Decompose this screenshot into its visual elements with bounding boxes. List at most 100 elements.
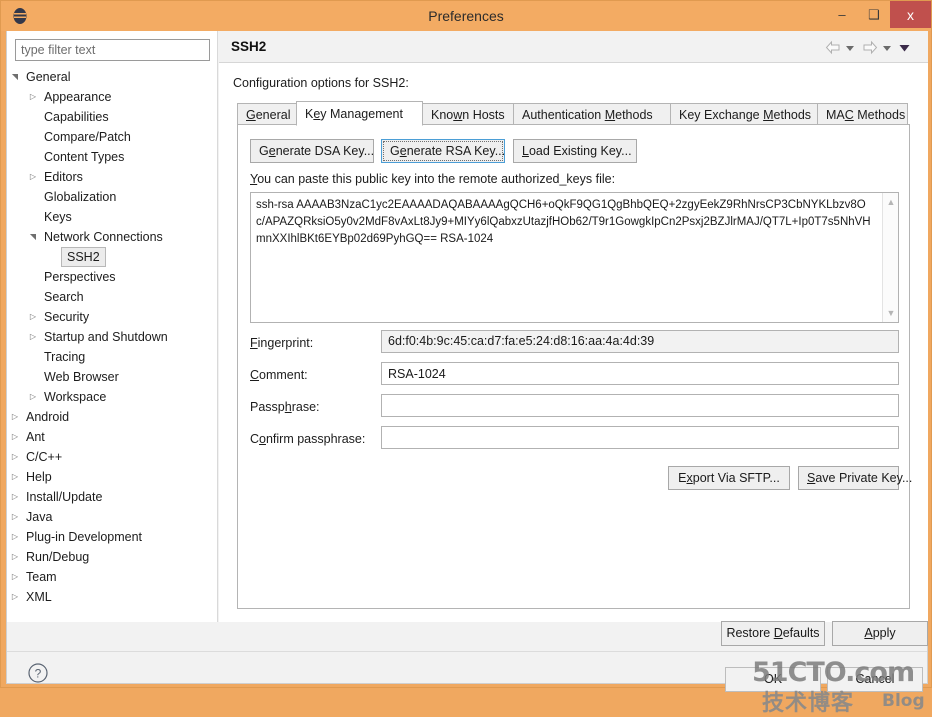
tab-authentication-methods[interactable]: Authentication Methods (513, 103, 671, 125)
preferences-tree[interactable]: General Appearance Capabilities Compare/Pat… (7, 67, 217, 620)
close-button[interactable]: x (890, 1, 931, 28)
watermark-blog-text: Blog (882, 691, 925, 711)
dialog-body: General Appearance Capabilities Compare/Pat… (6, 31, 928, 716)
twisty-collapsed-icon[interactable] (8, 447, 22, 467)
restore-defaults-button[interactable]: Restore Defaults (721, 621, 825, 646)
tab-mac-methods[interactable]: MAC Methods (817, 103, 908, 125)
sidebar-item-label: Security (44, 310, 90, 324)
sidebar-item-plug-in-development[interactable]: Plug-in Development (7, 527, 217, 547)
sidebar-item-install-update[interactable]: Install/Update (7, 487, 217, 507)
twisty-collapsed-icon[interactable] (8, 587, 22, 607)
tab-label: Known Hosts (431, 108, 505, 122)
maximize-button[interactable]: ❑ (858, 1, 890, 28)
twisty-collapsed-icon[interactable] (26, 387, 40, 407)
sidebar-item-perspectives[interactable]: Perspectives (7, 267, 217, 287)
sidebar-item-security[interactable]: Security (7, 307, 217, 327)
sidebar-item-web-browser[interactable]: Web Browser (7, 367, 217, 387)
generate-rsa-key-button[interactable]: Generate RSA Key... (381, 139, 505, 163)
sidebar-item-startup-and-shutdown[interactable]: Startup and Shutdown (7, 327, 217, 347)
tab-strip[interactable]: General Key Management Known Hosts Authenti… (237, 101, 910, 126)
passphrase-input[interactable] (381, 394, 899, 417)
sidebar-item-ssh2[interactable]: SSH2 (7, 247, 217, 267)
sidebar-item-label: Compare/Patch (44, 130, 131, 144)
public-key-textarea[interactable]: ssh-rsa AAAAB3NzaC1yc2EAAAADAQABAAAAgQCH… (250, 192, 899, 323)
tab-key-management[interactable]: Key Management (296, 101, 423, 126)
twisty-collapsed-icon[interactable] (8, 427, 22, 447)
preferences-tree-pane: General Appearance Capabilities Compare/Pat… (7, 31, 218, 622)
sidebar-item-general[interactable]: General (7, 67, 217, 87)
back-dropdown-caret-icon[interactable] (845, 44, 855, 52)
ok-button[interactable]: OK (725, 667, 821, 692)
sidebar-item-globalization[interactable]: Globalization (7, 187, 217, 207)
sidebar-item-compare-patch[interactable]: Compare/Patch (7, 127, 217, 147)
tab-general[interactable]: General (237, 103, 297, 125)
sidebar-item-team[interactable]: Team (7, 567, 217, 587)
sidebar-item-label: SSH2 (61, 247, 106, 267)
forward-arrow-icon[interactable] (862, 40, 878, 55)
chevron-up-icon[interactable]: ▲ (883, 194, 899, 210)
sidebar-item-search[interactable]: Search (7, 287, 217, 307)
tab-known-hosts[interactable]: Known Hosts (422, 103, 514, 125)
sidebar-item-xml[interactable]: XML (7, 587, 217, 607)
twisty-collapsed-icon[interactable] (8, 467, 22, 487)
comment-label: Comment: (250, 368, 308, 382)
passphrase-label: Passphrase: (250, 400, 320, 414)
twisty-collapsed-icon[interactable] (8, 547, 22, 567)
twisty-collapsed-icon[interactable] (8, 407, 22, 427)
apply-button[interactable]: Apply (832, 621, 928, 646)
load-existing-key-button[interactable]: Load Existing Key... (513, 139, 637, 163)
chevron-down-icon[interactable]: ▼ (883, 305, 899, 321)
sidebar-item-network-connections[interactable]: Network Connections (7, 227, 217, 247)
sidebar-item-label: Web Browser (44, 370, 119, 384)
forward-dropdown-caret-icon[interactable] (882, 44, 892, 52)
sidebar-item-label: C/C++ (26, 450, 63, 464)
public-key-scrollbar[interactable]: ▲ ▼ (882, 193, 898, 322)
twisty-expanded-icon[interactable] (8, 67, 22, 87)
generate-dsa-key-button[interactable]: Generate DSA Key... (250, 139, 374, 163)
sidebar-item-java[interactable]: Java (7, 507, 217, 527)
confirm-passphrase-input[interactable] (381, 426, 899, 449)
sidebar-item-editors[interactable]: Editors (7, 167, 217, 187)
page-menu-caret-icon[interactable] (899, 44, 910, 52)
tab-key-exchange-methods[interactable]: Key Exchange Methods (670, 103, 818, 125)
preference-page-pane: SSH2 Configuration options for SSH2: Gen… (219, 31, 928, 622)
sidebar-item-android[interactable]: Android (7, 407, 217, 427)
sidebar-item-label: Java (26, 510, 53, 524)
sidebar-item-help[interactable]: Help (7, 467, 217, 487)
tab-label: Key Management (305, 107, 403, 121)
twisty-collapsed-icon[interactable] (8, 527, 22, 547)
minimize-button[interactable]: – (826, 1, 858, 28)
sidebar-item-keys[interactable]: Keys (7, 207, 217, 227)
twisty-expanded-icon[interactable] (26, 227, 40, 247)
twisty-collapsed-icon[interactable] (8, 567, 22, 587)
back-arrow-icon[interactable] (825, 40, 841, 55)
twisty-collapsed-icon[interactable] (8, 507, 22, 527)
export-via-sftp-button[interactable]: Export Via SFTP... (668, 466, 790, 490)
sidebar-item-run-debug[interactable]: Run/Debug (7, 547, 217, 567)
sidebar-item-c-c[interactable]: C/C++ (7, 447, 217, 467)
tab-label: Key Exchange Methods (679, 108, 812, 122)
sidebar-item-label: Team (26, 570, 57, 584)
filter-input[interactable] (15, 39, 210, 61)
twisty-collapsed-icon[interactable] (8, 487, 22, 507)
twisty-collapsed-icon[interactable] (26, 167, 40, 187)
sidebar-item-ant[interactable]: Ant (7, 427, 217, 447)
fingerprint-value: 6d:f0:4b:9c:45:ca:d7:fa:e5:24:d8:16:aa:4… (381, 330, 899, 353)
save-private-key-button[interactable]: Save Private Key... (798, 466, 912, 490)
minimize-icon: – (838, 7, 846, 22)
sidebar-item-workspace[interactable]: Workspace (7, 387, 217, 407)
public-key-text: ssh-rsa AAAAB3NzaC1yc2EAAAADAQABAAAAgQCH… (256, 199, 871, 245)
sidebar-item-appearance[interactable]: Appearance (7, 87, 217, 107)
cancel-button[interactable]: Cancel (827, 667, 923, 692)
twisty-collapsed-icon[interactable] (26, 307, 40, 327)
sidebar-item-content-types[interactable]: Content Types (7, 147, 217, 167)
tab-label: MAC Methods (826, 108, 906, 122)
page-title: SSH2 (231, 39, 267, 54)
sidebar-item-tracing[interactable]: Tracing (7, 347, 217, 367)
paste-key-label: You can paste this public key into the r… (250, 172, 616, 186)
twisty-collapsed-icon[interactable] (26, 87, 40, 107)
comment-input[interactable] (381, 362, 899, 385)
question-mark-icon[interactable]: ? (27, 662, 49, 684)
twisty-collapsed-icon[interactable] (26, 327, 40, 347)
sidebar-item-capabilities[interactable]: Capabilities (7, 107, 217, 127)
